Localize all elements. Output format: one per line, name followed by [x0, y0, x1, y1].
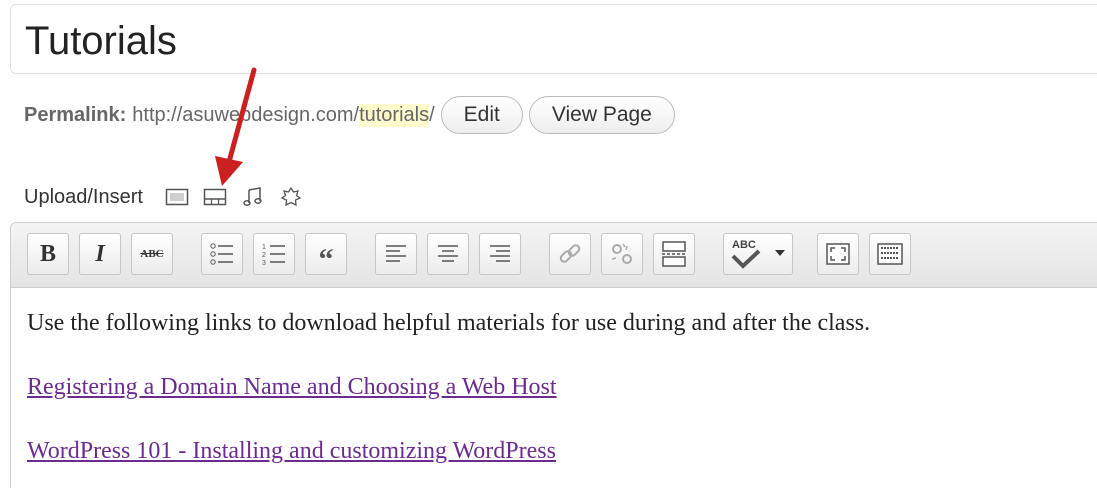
- align-right-icon: [488, 243, 512, 265]
- numbered-list-icon: 123: [261, 242, 287, 266]
- more-tag-icon: [660, 240, 688, 268]
- post-title-text: Tutorials: [25, 19, 177, 63]
- editor-content-area[interactable]: Use the following links to download help…: [10, 288, 1097, 488]
- unlink-icon: [609, 241, 635, 267]
- chevron-down-icon[interactable]: [774, 249, 786, 257]
- insert-link-button[interactable]: [549, 233, 591, 275]
- align-right-button[interactable]: [479, 233, 521, 275]
- permalink-url-prefix: http://asuwebdesign.com/: [132, 103, 360, 126]
- bullet-list-icon: [209, 242, 235, 266]
- permalink-label: Permalink:: [24, 103, 127, 126]
- content-link-2[interactable]: WordPress 101 - Installing and customizi…: [27, 438, 556, 465]
- align-center-button[interactable]: [427, 233, 469, 275]
- view-page-button[interactable]: View Page: [528, 96, 675, 134]
- fullscreen-icon: [825, 241, 851, 267]
- insert-more-button[interactable]: [653, 233, 695, 275]
- add-gallery-icon[interactable]: [201, 183, 229, 211]
- add-audio-icon[interactable]: [239, 183, 267, 211]
- strikethrough-button[interactable]: ABC: [131, 233, 173, 275]
- add-media-icon[interactable]: [277, 183, 305, 211]
- permalink-suffix: /: [429, 103, 435, 126]
- content-paragraph: Use the following links to download help…: [27, 310, 871, 336]
- unlink-button[interactable]: [601, 233, 643, 275]
- permalink-slug[interactable]: tutorials: [359, 103, 430, 127]
- add-image-icon[interactable]: [163, 183, 191, 211]
- post-title-field[interactable]: Tutorials: [10, 4, 1097, 74]
- align-center-icon: [436, 243, 460, 265]
- link-icon: [557, 241, 583, 267]
- bullet-list-button[interactable]: [201, 233, 243, 275]
- numbered-list-button[interactable]: 123: [253, 233, 295, 275]
- content-link-1[interactable]: Registering a Domain Name and Choosing a…: [27, 374, 557, 401]
- italic-button[interactable]: I: [79, 233, 121, 275]
- upload-insert-label: Upload/Insert: [24, 185, 143, 208]
- blockquote-button[interactable]: “: [305, 233, 347, 275]
- blockquote-icon: “: [318, 243, 334, 276]
- svg-text:3: 3: [262, 260, 266, 266]
- kitchen-sink-icon: [876, 241, 904, 267]
- editor-toolbar: B I ABC 123 “ ABC: [10, 222, 1097, 288]
- align-left-icon: [384, 243, 408, 265]
- upload-insert-row: Upload/Insert: [24, 180, 315, 214]
- strikethrough-icon: ABC: [140, 248, 164, 260]
- permalink-row: Permalink: http://asuwebdesign.com/tutor…: [24, 94, 675, 136]
- italic-icon: I: [95, 240, 105, 267]
- spellcheck-icon: ABC: [730, 239, 762, 269]
- svg-text:1: 1: [262, 244, 266, 251]
- fullscreen-button[interactable]: [817, 233, 859, 275]
- edit-permalink-button[interactable]: Edit: [440, 96, 523, 134]
- kitchen-sink-button[interactable]: [869, 233, 911, 275]
- spellcheck-button[interactable]: ABC: [723, 233, 793, 275]
- align-left-button[interactable]: [375, 233, 417, 275]
- bold-button[interactable]: B: [27, 233, 69, 275]
- bold-icon: B: [39, 240, 56, 267]
- svg-text:2: 2: [262, 252, 266, 259]
